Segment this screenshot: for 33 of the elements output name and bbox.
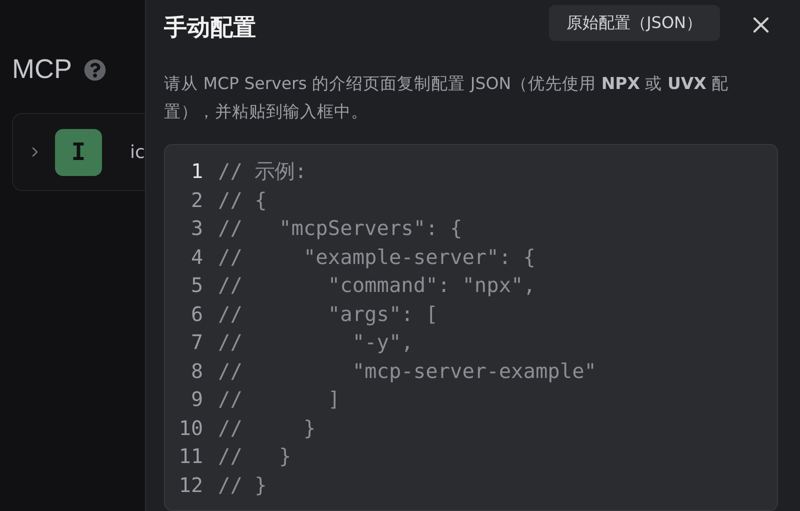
code-line: // "mcp-server-example" bbox=[218, 358, 597, 383]
code-line: // "-y", bbox=[218, 330, 414, 354]
raw-config-button[interactable]: 原始配置（JSON） bbox=[548, 5, 720, 41]
line-number: 5 bbox=[190, 273, 203, 298]
server-avatar: I bbox=[55, 128, 102, 176]
line-number: 12 bbox=[178, 472, 203, 497]
line-number: 2 bbox=[190, 188, 203, 212]
code-line: // } bbox=[218, 416, 316, 440]
code-line: // "example-server": { bbox=[218, 244, 536, 269]
code-line: // { bbox=[218, 188, 267, 212]
server-card[interactable]: I ic bbox=[12, 113, 145, 191]
line-number: 3 bbox=[190, 216, 203, 240]
code-line: // "command": "npx", bbox=[218, 273, 536, 298]
line-number: 9 bbox=[190, 387, 203, 412]
code-line: // 示例: bbox=[218, 158, 307, 186]
code-line: // } bbox=[218, 472, 267, 497]
dialog-description: 请从 MCP Servers 的介绍页面复制配置 JSON（优先使用 NPX 或 UVX 配置），并粘贴到输入框中。 bbox=[164, 73, 730, 123]
line-number: 1 bbox=[190, 159, 203, 184]
line-number: 7 bbox=[190, 330, 203, 354]
help-icon[interactable] bbox=[84, 58, 106, 80]
code-line: // ] bbox=[218, 387, 340, 412]
line-number: 4 bbox=[190, 244, 203, 269]
code-line: // } bbox=[218, 444, 292, 468]
dialog-title: 手动配置 bbox=[164, 14, 257, 42]
line-number: 8 bbox=[190, 358, 203, 383]
code-editor[interactable]: 1 // 示例: 2 // { 3 // "mcpServers": { 4 // "example-server": { 5 // "command": "npx", 6 // "args": [ 7 // "-y", 8 // "mcp-server-example" 9 // ] 10 // } 11 // } 12 // } bbox=[164, 144, 778, 511]
code-line: // "args": [ bbox=[218, 302, 438, 326]
code-line: // "mcpServers": { bbox=[218, 216, 462, 240]
server-name: ic bbox=[130, 142, 145, 162]
page-title: MCP bbox=[12, 54, 72, 85]
line-number: 11 bbox=[178, 444, 203, 468]
line-number: 6 bbox=[190, 302, 203, 326]
line-number: 10 bbox=[178, 416, 203, 440]
